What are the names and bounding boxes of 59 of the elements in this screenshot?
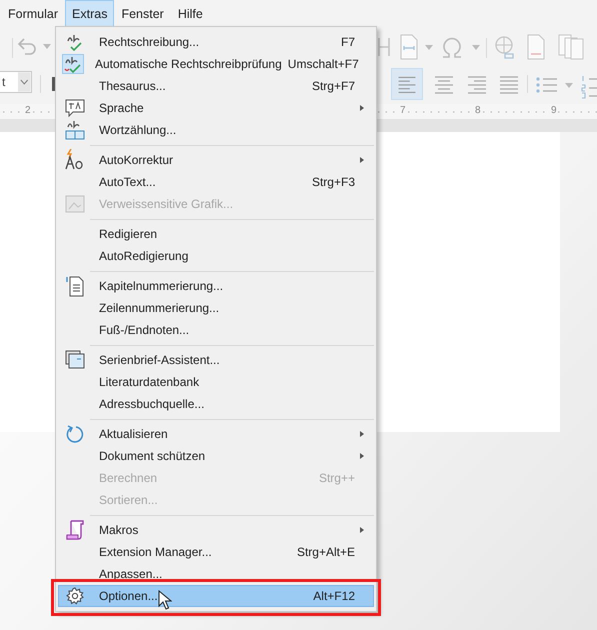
- undo-icon[interactable]: [16, 36, 38, 56]
- omega-icon[interactable]: [440, 35, 464, 59]
- menu-entry[interactable]: Makros: [58, 519, 374, 541]
- dropdown-icon[interactable]: [18, 72, 31, 92]
- submenu-arrow-icon: [360, 453, 364, 459]
- menu-entry[interactable]: Fuß-/Endnoten...: [58, 319, 374, 341]
- image-icon: [65, 195, 85, 213]
- menu-entry[interactable]: AutoKorrektur: [58, 149, 374, 171]
- numbered-document-icon: [65, 275, 85, 297]
- menu-item[interactable]: Hilfe: [170, 0, 210, 28]
- submenu-arrow-icon: [360, 431, 364, 437]
- caret-icon[interactable]: [43, 44, 51, 49]
- page-icon[interactable]: [527, 34, 545, 60]
- word-count-icon: [65, 120, 85, 140]
- menu-entry[interactable]: Aktualisieren: [58, 423, 374, 445]
- shortcut-label: Strg+F7: [312, 78, 355, 95]
- menu-entry[interactable]: AutoText... Strg+F3: [58, 171, 374, 193]
- menu-entry[interactable]: Extension Manager... Strg+Alt+E: [58, 541, 374, 563]
- submenu-arrow-icon: [360, 157, 364, 163]
- field-icon[interactable]: [399, 34, 419, 60]
- menu-entry[interactable]: Literaturdatenbank: [58, 371, 374, 393]
- menu-entry[interactable]: Automatische Rechtschreibprüfung Umschalt+F7: [58, 53, 374, 75]
- pages-icon[interactable]: [558, 34, 584, 60]
- submenu-arrow-icon: [360, 527, 364, 533]
- menu-entry[interactable]: Kapitelnummerierung...: [58, 275, 374, 297]
- scroll-icon: [65, 519, 85, 541]
- shortcut-label: F7: [340, 34, 355, 51]
- menu-entry[interactable]: Wortzählung...: [58, 119, 374, 141]
- menu-entry[interactable]: Sprache: [58, 97, 374, 119]
- font-size-combobox[interactable]: t: [0, 71, 32, 93]
- shortcut-label: Strg+Alt+E: [296, 544, 355, 561]
- menu-entry[interactable]: Anpassen...: [58, 563, 374, 585]
- menu-entry[interactable]: Thesaurus... Strg+F7: [58, 75, 374, 97]
- autocorrect-icon: [65, 149, 85, 171]
- submenu-arrow-icon: [360, 105, 364, 111]
- menu-entry[interactable]: Adressbuchquelle...: [58, 393, 374, 415]
- caret-icon[interactable]: [565, 83, 573, 88]
- shortcut-label: Strg++: [318, 470, 355, 487]
- menu-entry[interactable]: Serienbrief-Assistent...: [58, 349, 374, 371]
- menu-entry[interactable]: Redigieren: [58, 223, 374, 245]
- menu-entry[interactable]: Dokument schützen: [58, 445, 374, 467]
- speech-bubble-icon: [65, 98, 85, 118]
- mouse-pointer-icon: [158, 590, 172, 611]
- caret-icon[interactable]: [425, 45, 433, 50]
- font-size-value: t: [1, 74, 6, 91]
- shortcut-label: Umschalt+F7: [288, 56, 359, 73]
- menu-entry[interactable]: AutoRedigierung: [58, 245, 374, 267]
- menu-entry[interactable]: Zeilennummerierung...: [58, 297, 374, 319]
- shortcut-label: Strg+F3: [312, 174, 355, 191]
- menu-entry[interactable]: Optionen... Alt+F12: [58, 585, 374, 607]
- shortcut-label: Alt+F12: [313, 588, 355, 605]
- align-left-icon[interactable]: [391, 68, 423, 100]
- caret-icon[interactable]: [472, 45, 480, 50]
- menu-item[interactable]: Fenster: [114, 0, 171, 28]
- refresh-icon: [65, 424, 85, 444]
- menu-item[interactable]: Extras: [65, 0, 114, 28]
- menu-item[interactable]: Formular: [1, 0, 66, 28]
- stacked-windows-icon: [65, 350, 85, 370]
- settings-icon: [66, 587, 84, 605]
